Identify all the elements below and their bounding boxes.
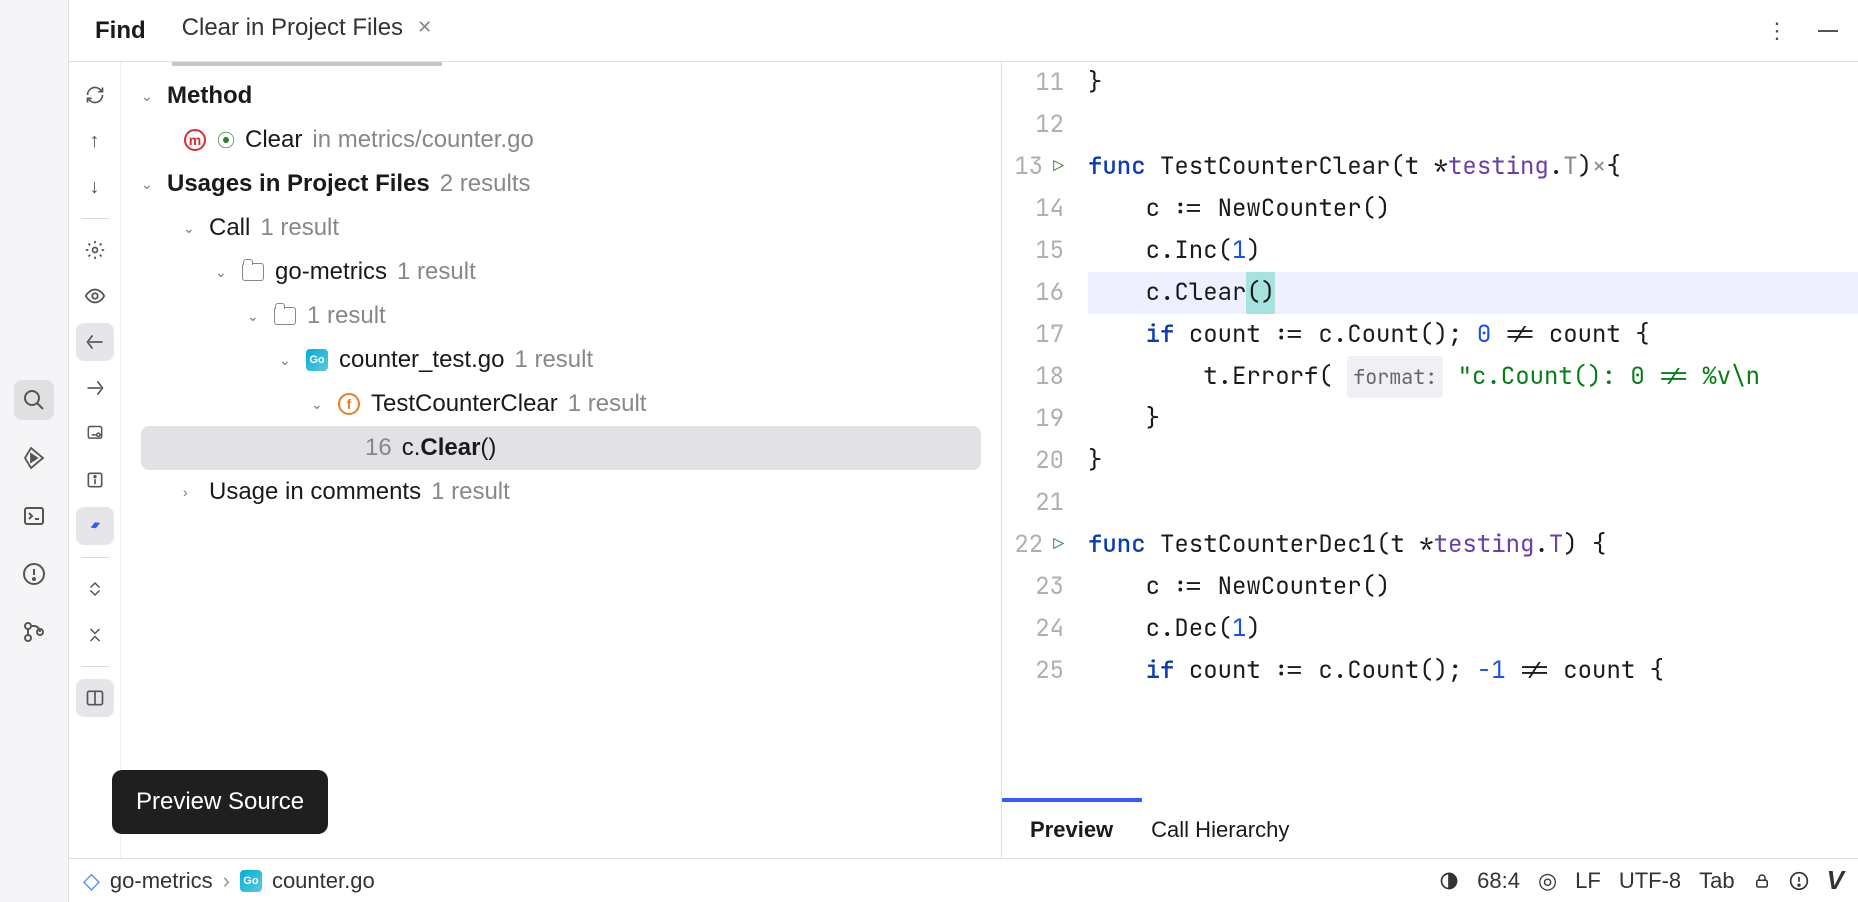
- file-label: counter_test.go: [339, 346, 504, 374]
- chevron-down-icon: ⌄: [279, 352, 295, 369]
- expand-all-icon[interactable]: [76, 570, 114, 608]
- comments-label: Usage in comments: [209, 478, 421, 506]
- find-results-tree: ⌄ Method m ⦿ Clear in metrics/counter.go…: [121, 62, 1001, 858]
- chevron-down-icon: ⌄: [183, 220, 199, 237]
- status-bar: ◇ go-metrics › Go counter.go 68:4 ◎ LF U…: [69, 858, 1858, 902]
- breadcrumb[interactable]: ◇ go-metrics › Go counter.go: [83, 868, 375, 894]
- preview-editor: 11 12 13▷ 14 15 16 17 18 19 20 21 22▷ 23…: [1001, 62, 1858, 858]
- tree-folder-group[interactable]: ⌄ 1 result: [121, 294, 1001, 338]
- collapse-all-icon[interactable]: [76, 616, 114, 654]
- caret-position[interactable]: 68:4: [1477, 868, 1520, 894]
- search-tool-icon[interactable]: [14, 380, 54, 420]
- tree-call-group[interactable]: ⌄ Call 1 result: [121, 206, 1001, 250]
- crumb-file: counter.go: [272, 868, 375, 894]
- find-tool-tabs: Find Clear in Project Files ✕ ⋮: [69, 0, 1858, 62]
- tree-comments-group[interactable]: › Usage in comments 1 result: [121, 470, 1001, 514]
- tree-function-group[interactable]: ⌄ f TestCounterClear 1 result: [121, 382, 1001, 426]
- module-icon: ◇: [83, 868, 100, 894]
- tooltip-preview-source: Preview Source: [112, 770, 328, 834]
- chevron-down-icon: ⌄: [215, 264, 231, 281]
- usages-count: 2 results: [440, 170, 531, 198]
- folder-icon: [273, 304, 297, 328]
- spiral-icon[interactable]: ◎: [1538, 868, 1557, 894]
- tab-find[interactable]: Find: [89, 17, 152, 45]
- tree-method-item[interactable]: m ⦿ Clear in metrics/counter.go: [121, 118, 1001, 162]
- function-icon: f: [337, 392, 361, 416]
- crumb-project: go-metrics: [110, 868, 213, 894]
- tree-method-header[interactable]: ⌄ Method: [121, 74, 1001, 118]
- go-file-icon: Go: [305, 348, 329, 372]
- method-name: Clear: [245, 126, 302, 154]
- tree-usages-header[interactable]: ⌄ Usages in Project Files 2 results: [121, 162, 1001, 206]
- problems-tool-icon[interactable]: [14, 554, 54, 594]
- call-label: Call: [209, 214, 250, 242]
- result-line-number: 16: [365, 434, 392, 462]
- chevron-down-icon: ⌄: [311, 396, 327, 413]
- file-count: 1 result: [514, 346, 593, 374]
- prev-occurrence-icon[interactable]: ↑: [76, 122, 114, 160]
- project-label: go-metrics: [275, 258, 387, 286]
- tree-file-group[interactable]: ⌄ Go counter_test.go 1 result: [121, 338, 1001, 382]
- chevron-right-icon: ›: [183, 484, 199, 500]
- chevron-down-icon: ⌄: [247, 308, 263, 325]
- tab-clear-label: Clear in Project Files: [182, 14, 403, 42]
- module-icon: [241, 260, 265, 284]
- next-occurrence-icon[interactable]: ↓: [76, 168, 114, 206]
- left-tool-rail: [0, 0, 69, 902]
- info-icon[interactable]: [76, 461, 114, 499]
- result-text: c.Clear(): [402, 434, 497, 462]
- close-tab-icon[interactable]: ✕: [417, 17, 432, 38]
- export-right-icon[interactable]: [76, 369, 114, 407]
- preview-bottom-tabs: Preview Call Hierarchy: [1002, 798, 1858, 858]
- parameter-hint: format:: [1347, 356, 1443, 398]
- tab-call-hierarchy[interactable]: Call Hierarchy: [1151, 817, 1289, 843]
- function-label: TestCounterClear: [371, 390, 558, 418]
- chevron-right-icon: ›: [223, 868, 230, 894]
- settings-icon[interactable]: [76, 231, 114, 269]
- minimize-icon[interactable]: [1818, 30, 1838, 32]
- filter-icon[interactable]: [76, 507, 114, 545]
- call-count: 1 result: [260, 214, 339, 242]
- tab-clear-project[interactable]: Clear in Project Files ✕: [182, 14, 433, 48]
- public-icon: ⦿: [217, 127, 235, 153]
- inlay-close-icon[interactable]: ×: [1592, 146, 1606, 188]
- preview-icon[interactable]: [76, 277, 114, 315]
- usages-header-label: Usages in Project Files: [167, 170, 430, 198]
- readonly-icon[interactable]: [1753, 872, 1771, 890]
- gutter: 11 12 13▷ 14 15 16 17 18 19 20 21 22▷ 23…: [1002, 62, 1080, 798]
- code-area[interactable]: } func TestCounterClear(t *testing.T)×{ …: [1080, 62, 1858, 798]
- project-count: 1 result: [397, 258, 476, 286]
- method-icon: m: [183, 128, 207, 152]
- find-vertical-toolbar: ↑ ↓: [69, 62, 121, 858]
- run-tool-icon[interactable]: [14, 438, 54, 478]
- tree-project-group[interactable]: ⌄ go-metrics 1 result: [121, 250, 1001, 294]
- go-file-icon: Go: [240, 870, 262, 892]
- problems-status-icon[interactable]: [1789, 871, 1809, 891]
- file-encoding[interactable]: UTF-8: [1619, 868, 1681, 894]
- tab-preview[interactable]: Preview: [1030, 817, 1113, 843]
- more-options-icon[interactable]: ⋮: [1766, 18, 1788, 44]
- chevron-down-icon: ⌄: [141, 176, 157, 193]
- export-left-icon[interactable]: [76, 323, 114, 361]
- tree-result-line[interactable]: 16 c.Clear(): [141, 426, 981, 470]
- terminal-tool-icon[interactable]: [14, 496, 54, 536]
- function-count: 1 result: [568, 390, 647, 418]
- vcs-tool-icon[interactable]: [14, 612, 54, 652]
- run-gutter-icon[interactable]: ▷: [1053, 524, 1064, 566]
- indent-setting[interactable]: Tab: [1699, 868, 1734, 894]
- refresh-icon[interactable]: [76, 76, 114, 114]
- line-separator[interactable]: LF: [1575, 868, 1601, 894]
- folder-count: 1 result: [307, 302, 386, 330]
- method-location: in metrics/counter.go: [312, 126, 533, 154]
- chevron-down-icon: ⌄: [141, 88, 157, 105]
- run-gutter-icon[interactable]: ▷: [1053, 146, 1064, 188]
- pin-icon[interactable]: [76, 415, 114, 453]
- comments-count: 1 result: [431, 478, 510, 506]
- contrast-icon[interactable]: [1439, 871, 1459, 891]
- method-header-label: Method: [167, 82, 252, 110]
- vim-icon[interactable]: V: [1827, 865, 1844, 896]
- show-preview-icon[interactable]: [76, 679, 114, 717]
